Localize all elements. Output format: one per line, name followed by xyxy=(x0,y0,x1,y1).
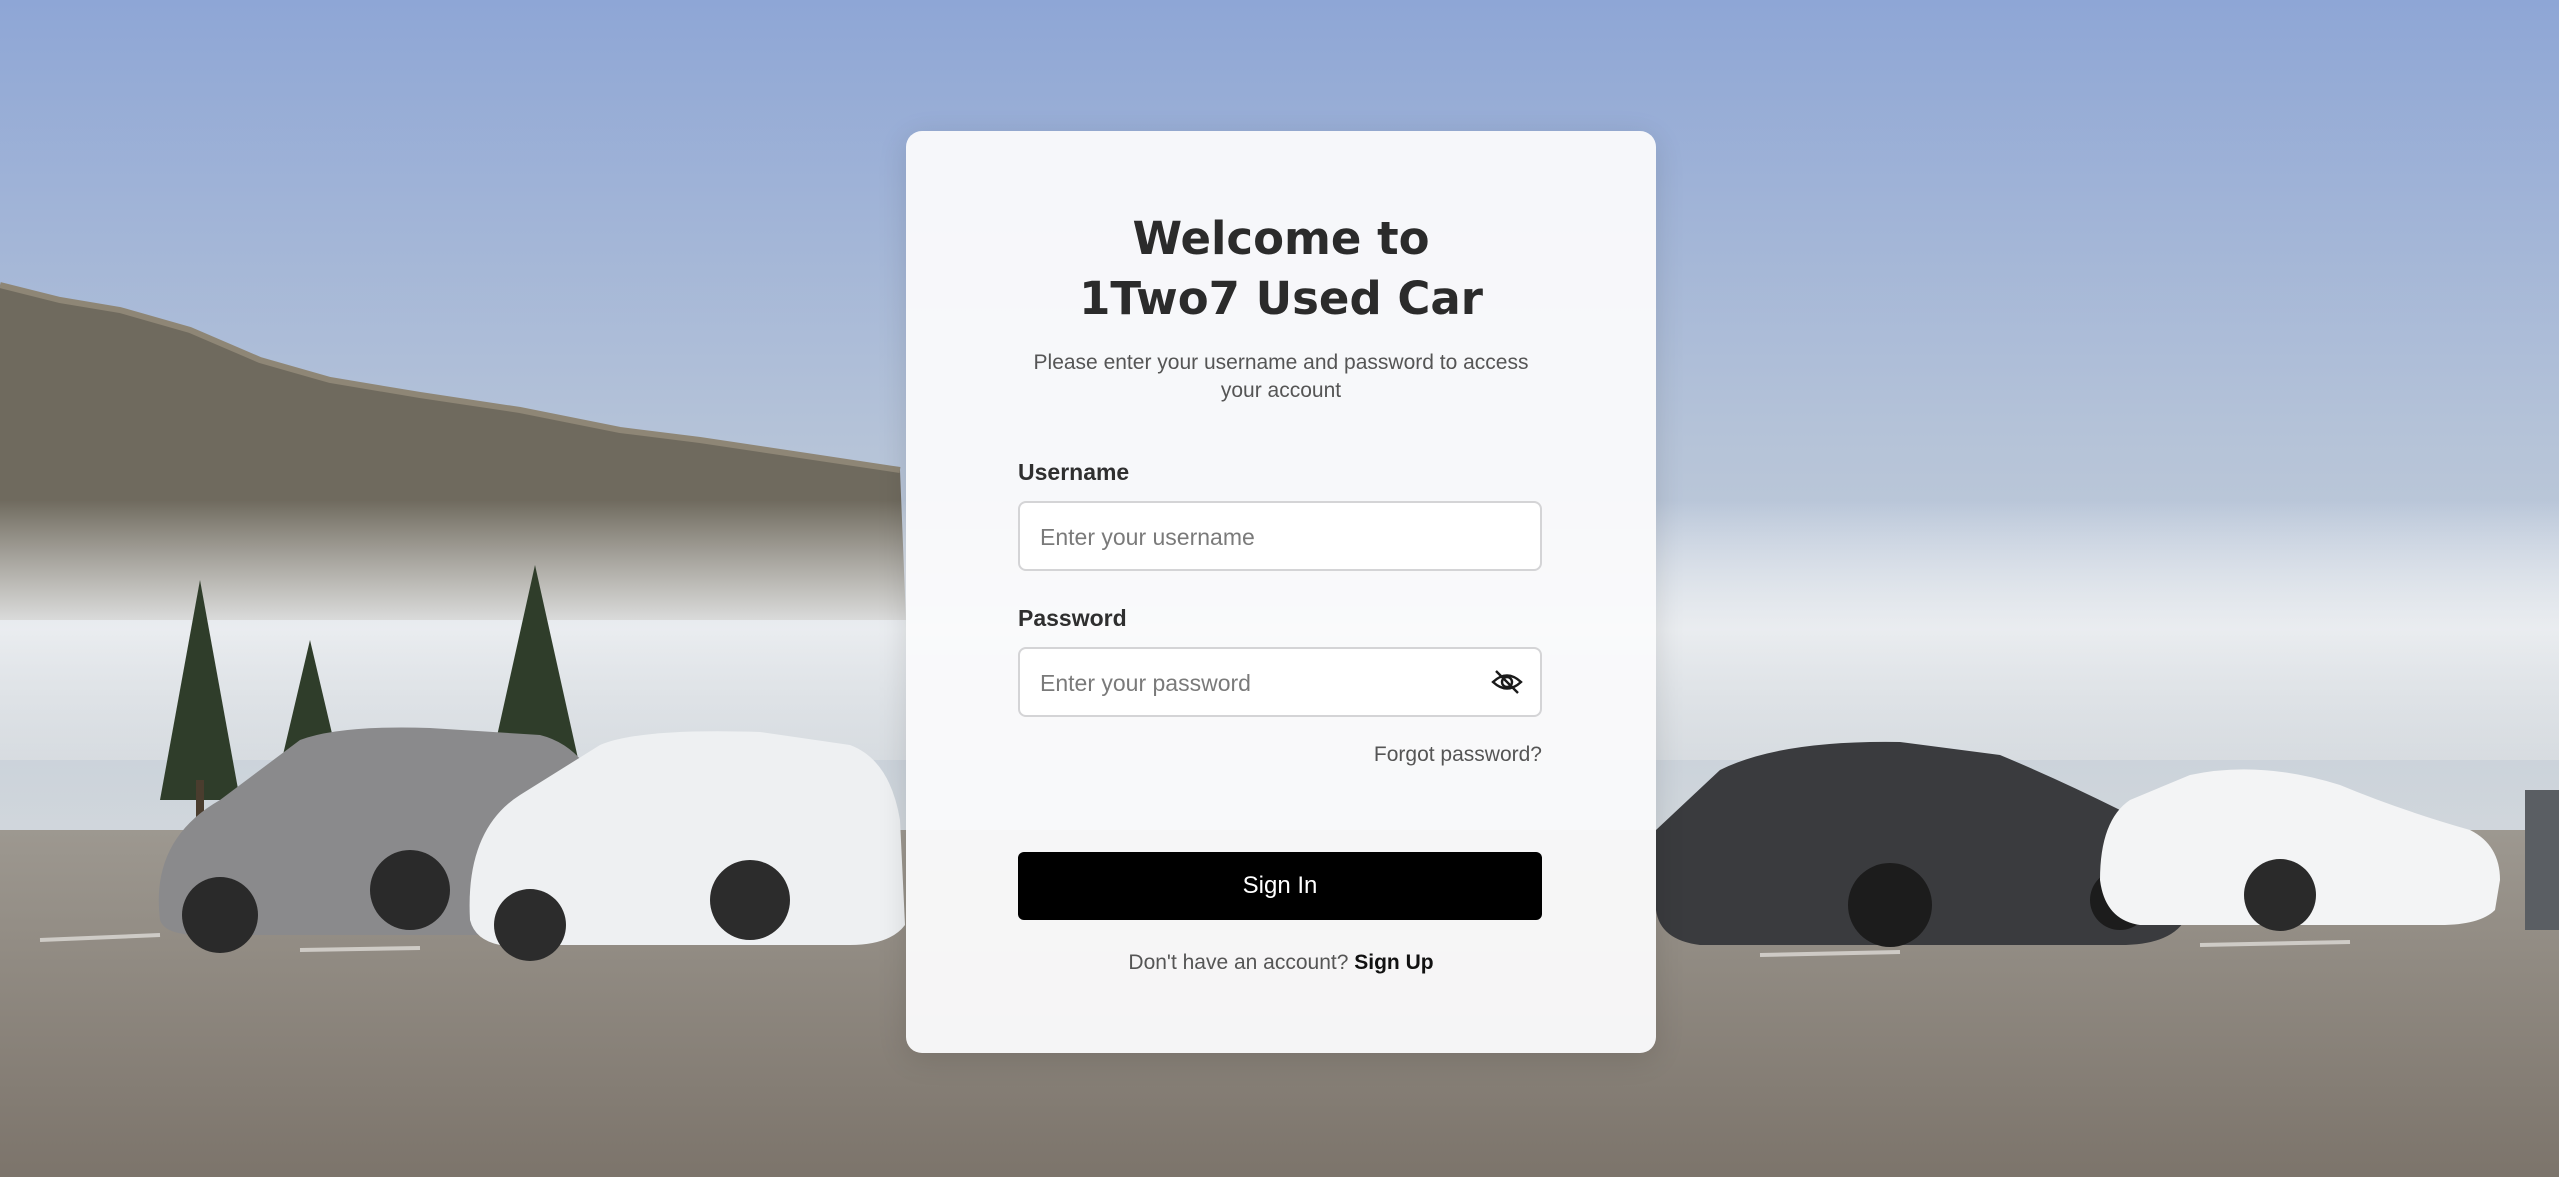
username-input[interactable] xyxy=(1038,503,1482,571)
forgot-password-link[interactable]: Forgot password? xyxy=(1374,743,1542,767)
login-card: Welcome to 1Two7 Used Car Please enter y… xyxy=(906,131,1656,1053)
title-line-2: 1Two7 Used Car xyxy=(1079,272,1483,325)
username-field-container xyxy=(1018,501,1542,571)
password-label: Password xyxy=(1018,605,1127,631)
eye-slash-icon[interactable] xyxy=(1490,668,1524,696)
username-label: Username xyxy=(1018,459,1130,485)
signup-prompt: Don't have an account? Sign Up xyxy=(906,951,1656,975)
page-title: Welcome to 1Two7 Used Car xyxy=(906,209,1656,329)
title-line-1: Welcome to xyxy=(1132,212,1430,265)
no-account-text: Don't have an account? xyxy=(1128,951,1349,974)
password-input[interactable] xyxy=(1038,649,1482,717)
sign-in-button[interactable]: Sign In xyxy=(1018,852,1542,920)
subtitle: Please enter your username and password … xyxy=(1033,351,1529,402)
password-field-container xyxy=(1018,647,1542,717)
sign-up-link[interactable]: Sign Up xyxy=(1354,951,1433,974)
